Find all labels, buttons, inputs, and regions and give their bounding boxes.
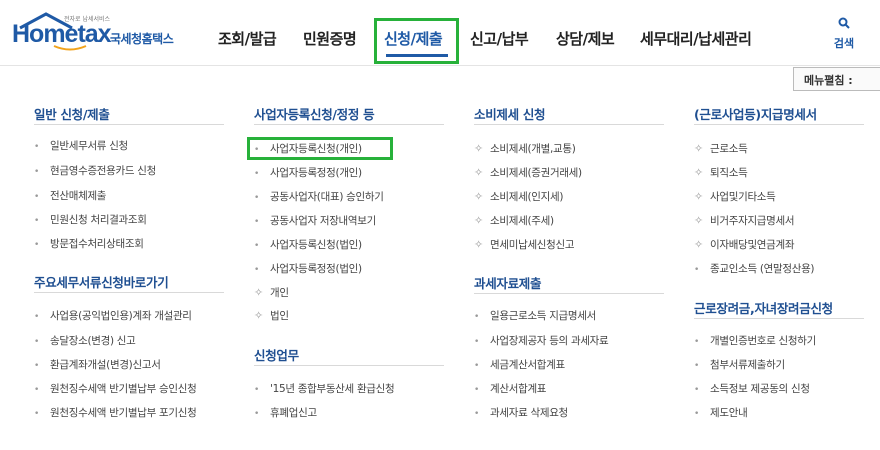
menu-item-expandable[interactable]: ✧ 이자배당및연금계좌 xyxy=(694,237,795,252)
plus-icon: ✧ xyxy=(474,190,483,203)
plus-icon: ✧ xyxy=(694,142,703,155)
menu-item-expandable[interactable]: ✧ 소비제세(증권거래세) xyxy=(474,165,582,180)
menu-item[interactable]: • 사업자등록정정(법인) xyxy=(254,261,362,276)
search-button[interactable]: 검색 xyxy=(830,14,858,50)
site-header: 전자로 납세서비스 Hometax 국세청홈택스 조회/발급 민원증명 신청/제… xyxy=(0,0,880,66)
nav-inquiry-issue[interactable]: 조회/발급 xyxy=(218,28,277,49)
menu-item[interactable]: • 과세자료 삭제요청 xyxy=(474,405,568,420)
menu-item[interactable]: • 전산매체제출 xyxy=(34,188,106,203)
menu-item[interactable]: • 종교인소득 (연말정산용) xyxy=(694,261,815,276)
hometax-logo[interactable]: 전자로 납세서비스 Hometax 국세청홈택스 xyxy=(12,12,192,54)
menu-expand-button[interactable]: 메뉴펼침 : xyxy=(793,67,880,91)
menu-item-expandable[interactable]: ✧ 면세미납세신청신고 xyxy=(474,237,575,252)
section-rule xyxy=(34,124,224,125)
plus-icon: ✧ xyxy=(474,238,483,251)
section-title-general: 일반 신청/제출 xyxy=(34,107,110,122)
menu-item[interactable]: • 민원신청 처리결과조회 xyxy=(34,212,147,227)
menu-item[interactable]: • 원천징수세액 반기별납부 포기신청 xyxy=(34,405,197,420)
section-title-major-docs: 주요세무서류신청바로가기 xyxy=(34,275,169,290)
menu-item-expandable[interactable]: ✧ 소비제세(인지세) xyxy=(474,189,563,204)
plus-icon: ✧ xyxy=(694,214,703,227)
nav-consult-report[interactable]: 상담/제보 xyxy=(556,28,615,49)
menu-item[interactable]: • 공동사업자 저장내역보기 xyxy=(254,213,376,228)
nav-civil-certificate[interactable]: 민원증명 xyxy=(303,28,357,49)
search-icon xyxy=(838,17,850,29)
menu-item[interactable]: • 세금계산서합계표 xyxy=(474,357,565,372)
plus-icon: ✧ xyxy=(474,214,483,227)
section-title-tax-data: 과세자료제출 xyxy=(474,276,542,291)
section-rule xyxy=(474,124,664,125)
plus-icon: ✧ xyxy=(694,238,703,251)
section-rule xyxy=(34,292,224,293)
section-title-consumption: 소비제세 신청 xyxy=(474,107,546,122)
section-rule xyxy=(254,365,444,366)
plus-icon: ✧ xyxy=(254,309,263,322)
menu-item-expandable[interactable]: ✧ 비거주자지급명세서 xyxy=(694,213,795,228)
menu-item[interactable]: • 일반세무서류 신청 xyxy=(34,138,128,153)
menu-item[interactable]: • '15년 종합부동산세 환급신청 xyxy=(254,381,395,396)
highlight-box xyxy=(247,137,393,160)
logo-smile-icon xyxy=(53,45,87,51)
plus-icon: ✧ xyxy=(474,166,483,179)
section-rule xyxy=(254,124,444,125)
section-title-biz-reg: 사업자등록신청/정정 등 xyxy=(254,107,375,122)
menu-item[interactable]: • 사업장제공자 등의 과세자료 xyxy=(474,333,609,348)
section-title-earned-credit: 근로장려금,자녀장려금신청 xyxy=(694,301,833,316)
menu-item[interactable]: • 휴폐업신고 xyxy=(254,405,317,420)
menu-item[interactable]: • 개별인증번호로 신청하기 xyxy=(694,333,816,348)
menu-item[interactable]: • 원천징수세액 반기별납부 승인신청 xyxy=(34,381,197,396)
plus-icon: ✧ xyxy=(474,142,483,155)
menu-item[interactable]: • 사업자등록정정(개인) xyxy=(254,165,362,180)
logo-subtitle: 국세청홈택스 xyxy=(110,32,174,46)
menu-item-expandable[interactable]: ✧ 사업및기타소득 xyxy=(694,189,776,204)
menu-item-expandable[interactable]: ✧ 개인 xyxy=(254,285,289,300)
menu-item[interactable]: • 계산서합계표 xyxy=(474,381,546,396)
menu-item-expandable[interactable]: ✧ 소비제세(개별,교통) xyxy=(474,141,576,156)
menu-item-expandable[interactable]: ✧ 소비제세(주세) xyxy=(474,213,554,228)
menu-item[interactable]: • 제도안내 xyxy=(694,405,748,420)
menu-item[interactable]: • 일용근로소득 지급명세서 xyxy=(474,308,596,323)
nav-active-highlight xyxy=(374,18,459,64)
menu-item[interactable]: • 소득정보 제공동의 신청 xyxy=(694,381,810,396)
nav-tax-agent[interactable]: 세무대리/납세관리 xyxy=(640,28,752,49)
menu-item[interactable]: • 방문접수처리상태조회 xyxy=(34,236,144,251)
section-title-withholding: (근로사업등)지급명세서 xyxy=(694,107,817,122)
menu-item[interactable]: • 환급계좌개설(변경)신고서 xyxy=(34,357,161,372)
menu-item[interactable]: • 사업자등록신청(법인) xyxy=(254,237,362,252)
nav-report-pay[interactable]: 신고/납부 xyxy=(470,28,529,49)
section-rule xyxy=(474,293,664,294)
menu-item[interactable]: • 첨부서류제출하기 xyxy=(694,357,785,372)
plus-icon: ✧ xyxy=(694,166,703,179)
menu-item[interactable]: • 사업용(공익법인용)계좌 개설관리 xyxy=(34,308,192,323)
search-label: 검색 xyxy=(833,37,855,50)
menu-item[interactable]: • 현금영수증전용카드 신청 xyxy=(34,163,156,178)
section-title-apply-work: 신청업무 xyxy=(254,348,299,363)
menu-item-expandable[interactable]: ✧ 법인 xyxy=(254,308,289,323)
menu-item-expandable[interactable]: ✧ 근로소득 xyxy=(694,141,748,156)
plus-icon: ✧ xyxy=(694,190,703,203)
menu-item[interactable]: • 송달장소(변경) 신고 xyxy=(34,333,136,348)
section-rule xyxy=(694,318,864,319)
menu-item-expandable[interactable]: ✧ 퇴직소득 xyxy=(694,165,748,180)
menu-item[interactable]: • 공동사업자(대표) 승인하기 xyxy=(254,189,384,204)
section-rule xyxy=(694,124,864,125)
plus-icon: ✧ xyxy=(254,286,263,299)
